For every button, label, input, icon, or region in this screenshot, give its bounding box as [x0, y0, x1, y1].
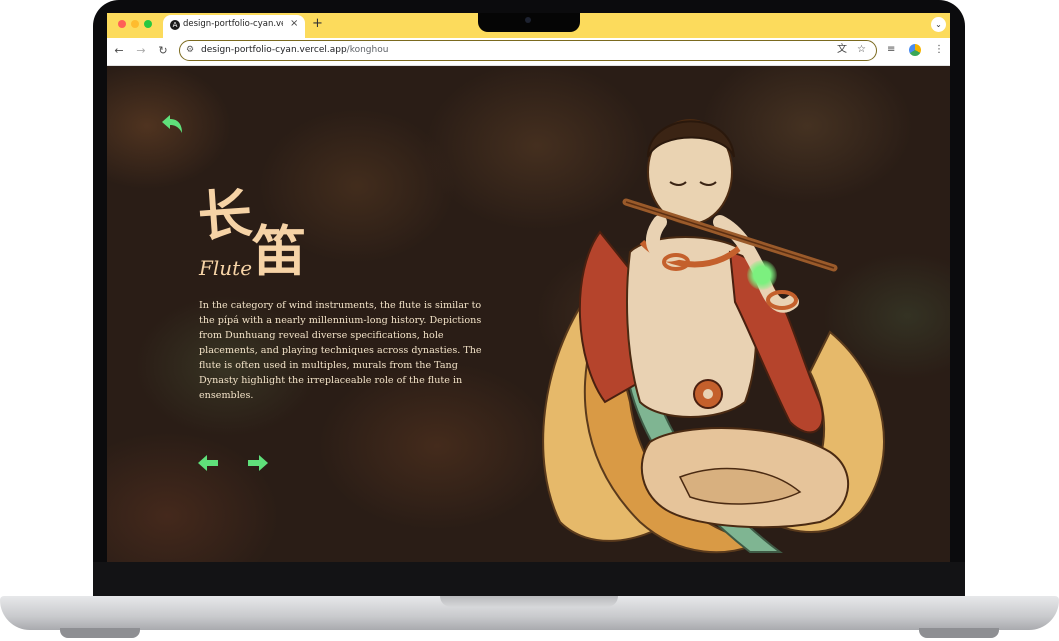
next-arrow-icon[interactable]	[248, 455, 268, 471]
tab-close-icon[interactable]: ×	[290, 17, 298, 31]
previous-arrow-icon[interactable]	[198, 455, 218, 471]
tab-search-button[interactable]: ⌄	[931, 17, 946, 32]
flute-player-illustration	[542, 119, 885, 554]
laptop-foot-left	[60, 628, 140, 638]
back-arrow-icon[interactable]: ←	[111, 42, 127, 60]
bookmark-star-icon[interactable]: ☆	[857, 43, 866, 57]
extension-icon[interactable]	[909, 44, 921, 56]
laptop-opening-notch	[440, 596, 618, 607]
site-info-icon[interactable]: ⚙	[186, 44, 194, 57]
title-chinese-char-1: 长	[195, 181, 257, 249]
tab-favicon-icon: A	[170, 20, 180, 30]
laptop-chin	[93, 562, 965, 600]
camera-icon	[525, 17, 531, 23]
url-text[interactable]: design-portfolio-cyan.vercel.app/konghou	[201, 43, 388, 57]
new-tab-button[interactable]: +	[312, 15, 323, 33]
reload-icon[interactable]: ↻	[155, 42, 171, 60]
laptop-foot-right	[919, 628, 999, 638]
title-chinese-char-2: 笛	[252, 219, 306, 283]
reading-list-icon[interactable]: ≡	[887, 43, 895, 57]
interaction-hotspot[interactable]	[747, 260, 777, 290]
back-arrow-icon[interactable]	[160, 113, 184, 135]
close-window-button[interactable]	[118, 20, 126, 28]
minimize-window-button[interactable]	[131, 20, 139, 28]
menu-kebab-icon[interactable]: ⋮	[934, 43, 944, 57]
translate-icon[interactable]: 文	[837, 43, 847, 57]
forward-arrow-icon[interactable]: →	[133, 42, 149, 60]
maximize-window-button[interactable]	[144, 20, 152, 28]
title-english: Flute	[199, 256, 253, 280]
instrument-description: In the category of wind instruments, the…	[199, 300, 482, 401]
tab-title[interactable]: design-portfolio-cyan.vercel	[183, 17, 283, 31]
